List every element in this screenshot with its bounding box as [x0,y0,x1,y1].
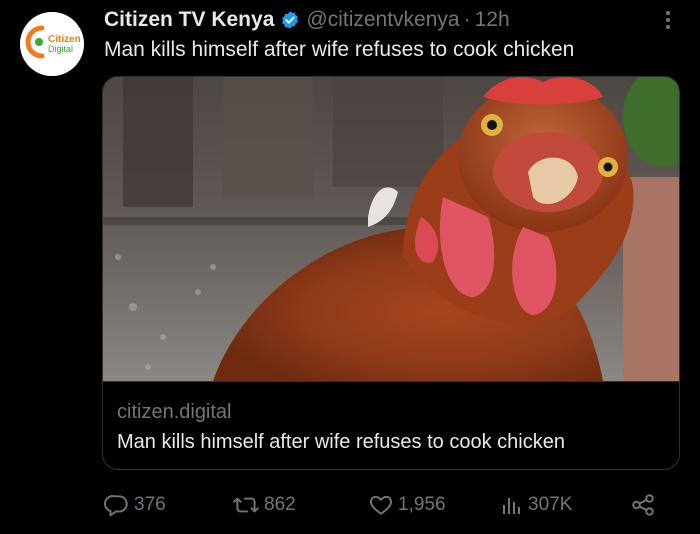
link-card[interactable]: citizen.digital Man kills himself after … [102,76,680,470]
tweet-header: Citizen TV Kenya @citizentvkenya · 12h [104,6,680,34]
verified-badge-icon [280,10,300,30]
more-icon[interactable] [656,8,680,32]
retweet-count: 862 [264,494,296,515]
reply-icon [104,492,130,518]
display-name[interactable]: Citizen TV Kenya [104,8,274,32]
reply-button[interactable]: 376 [104,490,166,520]
timestamp[interactable]: 12h [475,8,510,32]
card-domain: citizen.digital [117,401,232,423]
action-bar: 376 862 1,956 307K [104,490,664,520]
retweet-icon [232,492,260,518]
views-icon [500,492,524,518]
tweet-text: Man kills himself after wife refuses to … [104,38,575,61]
views-count: 307K [528,494,573,515]
card-title: Man kills himself after wife refuses to … [117,431,565,453]
svg-text:Digital: Digital [48,44,73,54]
card-info[interactable]: citizen.digital Man kills himself after … [103,381,679,456]
share-icon [630,492,656,518]
share-button[interactable] [630,490,656,520]
avatar[interactable]: Citizen Digital [20,12,84,76]
like-count: 1,956 [398,494,446,515]
chicken-photo[interactable] [103,77,679,381]
separator: · [463,8,471,31]
handle[interactable]: @citizentvkenya [306,8,459,32]
reply-count: 376 [134,494,166,515]
like-button[interactable]: 1,956 [368,490,446,520]
retweet-button[interactable]: 862 [232,490,296,520]
views-button[interactable]: 307K [500,490,572,520]
citizen-digital-logo: Citizen Digital [20,12,84,76]
heart-icon [368,492,394,518]
